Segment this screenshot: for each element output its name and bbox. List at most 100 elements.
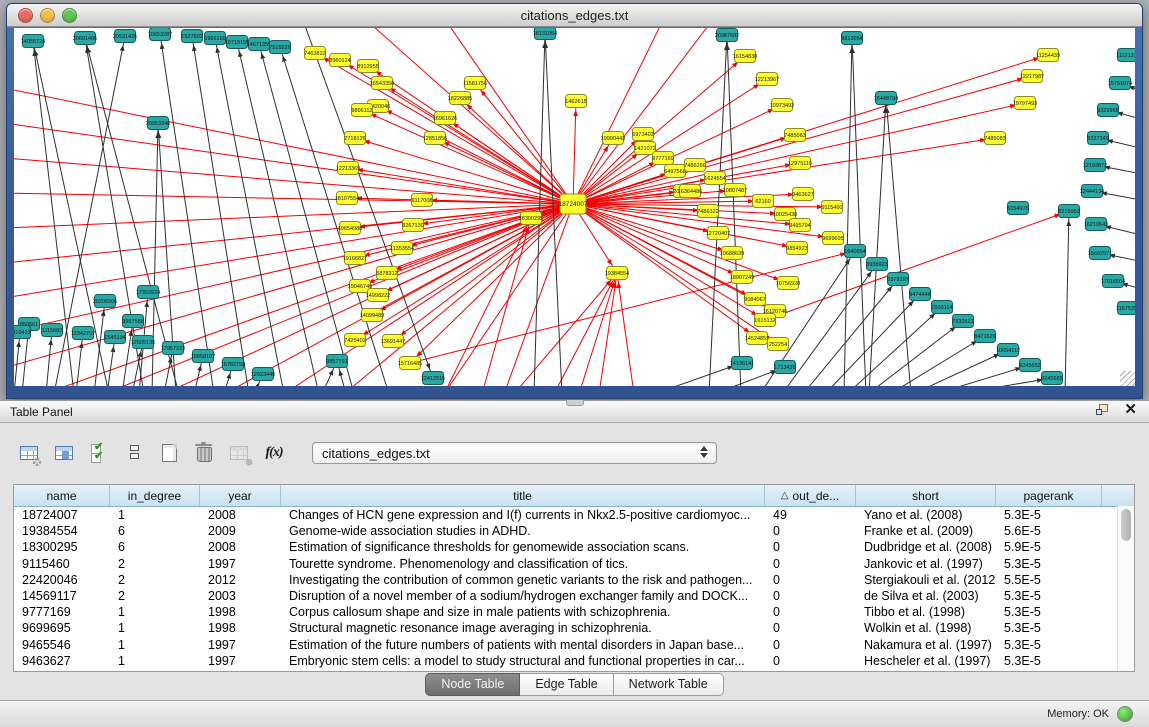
network-node[interactable]: 17016504 bbox=[1101, 275, 1125, 288]
network-node[interactable]: 5878312 bbox=[376, 267, 397, 280]
network-node[interactable]: 14136141 bbox=[730, 357, 754, 370]
network-node[interactable]: 19958107 bbox=[191, 350, 215, 363]
network-node[interactable]: 14998222 bbox=[366, 289, 390, 302]
network-node[interactable]: 7515526 bbox=[269, 41, 290, 54]
window-titlebar[interactable]: citations_edges.txt bbox=[7, 4, 1142, 27]
network-node[interactable]: 20053346 bbox=[146, 117, 170, 130]
network-node[interactable]: 9474444 bbox=[909, 288, 930, 301]
network-node[interactable]: 9857791 bbox=[326, 355, 347, 368]
table-row[interactable]: 1938455462009Genome-wide association stu… bbox=[14, 523, 1134, 539]
network-node[interactable]: 7486322 bbox=[697, 205, 718, 218]
network-node[interactable]: 8813054 bbox=[841, 32, 862, 45]
network-node[interactable]: 12851856 bbox=[423, 132, 447, 145]
network-node[interactable]: 8938923 bbox=[866, 258, 887, 271]
select-all-button[interactable]: ✔✔ bbox=[86, 441, 112, 465]
resize-grip[interactable] bbox=[1120, 371, 1135, 386]
network-node[interactable]: 19797493 bbox=[1013, 97, 1037, 110]
network-node[interactable]: 10653287 bbox=[148, 28, 172, 41]
column-header-out_de...[interactable]: △out_de... bbox=[765, 485, 856, 506]
network-node[interactable]: 1545194 bbox=[104, 331, 125, 344]
network-node[interactable]: 12213369 bbox=[336, 162, 360, 175]
tab-node-table[interactable]: Node Table bbox=[425, 673, 520, 696]
network-node[interactable]: 7486266 bbox=[684, 159, 705, 172]
network-node[interactable]: 7463822 bbox=[304, 47, 325, 60]
network-node[interactable]: 19166827 bbox=[343, 252, 367, 265]
function-builder-button[interactable]: f(x) bbox=[261, 441, 287, 465]
network-node[interactable]: 7485063 bbox=[784, 129, 805, 142]
tab-edge-table[interactable]: Edge Table bbox=[520, 673, 613, 696]
network-node[interactable]: 19654988 bbox=[338, 222, 362, 235]
network-node[interactable]: 14671355 bbox=[247, 38, 271, 51]
network-node[interactable]: 10719155 bbox=[225, 36, 249, 49]
network-node[interactable]: 5154975 bbox=[1007, 202, 1028, 215]
network-node[interactable]: 6973402 bbox=[632, 128, 653, 141]
network-node[interactable]: 20206506 bbox=[93, 295, 117, 308]
table-row[interactable]: 1456911722003Disruption of a novel membe… bbox=[14, 588, 1134, 604]
network-node[interactable]: 1640954 bbox=[844, 245, 865, 258]
splitter-handle[interactable] bbox=[566, 400, 584, 406]
network-node[interactable]: 12412515 bbox=[421, 372, 445, 385]
network-node[interactable]: 12444134 bbox=[1080, 185, 1104, 198]
network-node[interactable]: 62160 bbox=[753, 195, 774, 208]
network-node[interactable]: 1615132 bbox=[754, 314, 775, 327]
network-node[interactable]: 3919423 bbox=[14, 326, 31, 339]
network-node[interactable]: 8471626 bbox=[974, 330, 995, 343]
table-row[interactable]: 969969511998Structural magnetic resonanc… bbox=[14, 620, 1134, 636]
network-node[interactable]: 12342757 bbox=[71, 327, 95, 340]
network-node[interactable]: 14524851 bbox=[745, 332, 769, 345]
network-node[interactable]: 9115460 bbox=[821, 201, 842, 214]
network-node[interactable]: 15692971 bbox=[1088, 247, 1112, 260]
network-canvas[interactable]: 1405572420691406205314261065328715276026… bbox=[14, 27, 1135, 386]
network-node[interactable]: 9495794 bbox=[789, 219, 810, 232]
import-table-button[interactable]: ⊗ bbox=[226, 441, 252, 465]
network-node[interactable]: 11121314 bbox=[1116, 49, 1135, 62]
tab-network-table[interactable]: Network Table bbox=[614, 673, 724, 696]
network-node[interactable]: 16543358 bbox=[370, 77, 394, 90]
table-settings-button[interactable] bbox=[16, 441, 42, 465]
network-node[interactable]: 11581756 bbox=[463, 77, 487, 90]
network-node[interactable]: 9245682 bbox=[1041, 372, 1062, 385]
network-node[interactable]: 1527602 bbox=[181, 30, 202, 43]
column-header-title[interactable]: title bbox=[281, 485, 765, 506]
close-window-button[interactable] bbox=[18, 8, 33, 23]
select-columns-button[interactable] bbox=[51, 441, 77, 465]
network-node[interactable]: 18300295 bbox=[519, 212, 543, 225]
network-node[interactable]: 9329966 bbox=[1097, 104, 1118, 117]
network-node[interactable]: 10807487 bbox=[723, 184, 747, 197]
network-node[interactable]: 1624554 bbox=[704, 172, 725, 185]
network-node[interactable]: 11675358 bbox=[1116, 302, 1135, 315]
network-node[interactable]: 10756928 bbox=[776, 277, 800, 290]
table-row[interactable]: 1872400712008Changes of HCN gene express… bbox=[14, 507, 1134, 523]
column-header-name[interactable]: name bbox=[14, 485, 110, 506]
network-node[interactable]: 12217987 bbox=[1020, 70, 1044, 83]
table-row[interactable]: 977716911998Corpus callosum shape and si… bbox=[14, 604, 1134, 620]
network-node[interactable]: 14099489 bbox=[360, 309, 384, 322]
table-row[interactable]: 946554611997Estimation of the future num… bbox=[14, 637, 1134, 653]
network-node[interactable]: 16782759 bbox=[221, 358, 245, 371]
network-node[interactable]: 2933114 bbox=[931, 301, 952, 314]
network-node[interactable]: 18107554 bbox=[335, 192, 359, 205]
float-panel-icon[interactable] bbox=[1096, 404, 1110, 416]
network-node[interactable]: 12975115 bbox=[788, 157, 812, 170]
network-node[interactable]: 16448794 bbox=[874, 92, 898, 105]
row-height-button[interactable] bbox=[121, 441, 147, 465]
network-node[interactable]: 19990443 bbox=[601, 132, 625, 145]
network-node[interactable]: 12505135 bbox=[131, 336, 155, 349]
network-node[interactable]: 9245652 bbox=[1019, 359, 1040, 372]
network-node[interactable]: 20691406 bbox=[73, 32, 97, 45]
network-node[interactable]: 12923448 bbox=[251, 368, 275, 381]
network-node[interactable]: 15751074 bbox=[1108, 77, 1132, 90]
network-node[interactable]: 9084067 bbox=[744, 293, 765, 306]
network-node[interactable]: 18226885 bbox=[448, 92, 472, 105]
network-node[interactable]: 2718126 bbox=[344, 132, 365, 145]
network-node[interactable]: 12213967 bbox=[755, 73, 779, 86]
network-node[interactable]: 8215953 bbox=[1058, 205, 1079, 218]
network-node[interactable]: 18131054 bbox=[533, 28, 557, 40]
network-node[interactable]: 16154838 bbox=[733, 50, 757, 63]
network-node[interactable]: 1713426 bbox=[774, 361, 795, 374]
table-row[interactable]: 911546021997Tourette syndrome. Phenomeno… bbox=[14, 556, 1134, 572]
column-header-short[interactable]: short bbox=[856, 485, 996, 506]
column-header-pagerank[interactable]: pagerank bbox=[996, 485, 1102, 506]
network-node[interactable]: 17957223 bbox=[161, 342, 185, 355]
table-scrollbar[interactable] bbox=[1117, 506, 1134, 671]
